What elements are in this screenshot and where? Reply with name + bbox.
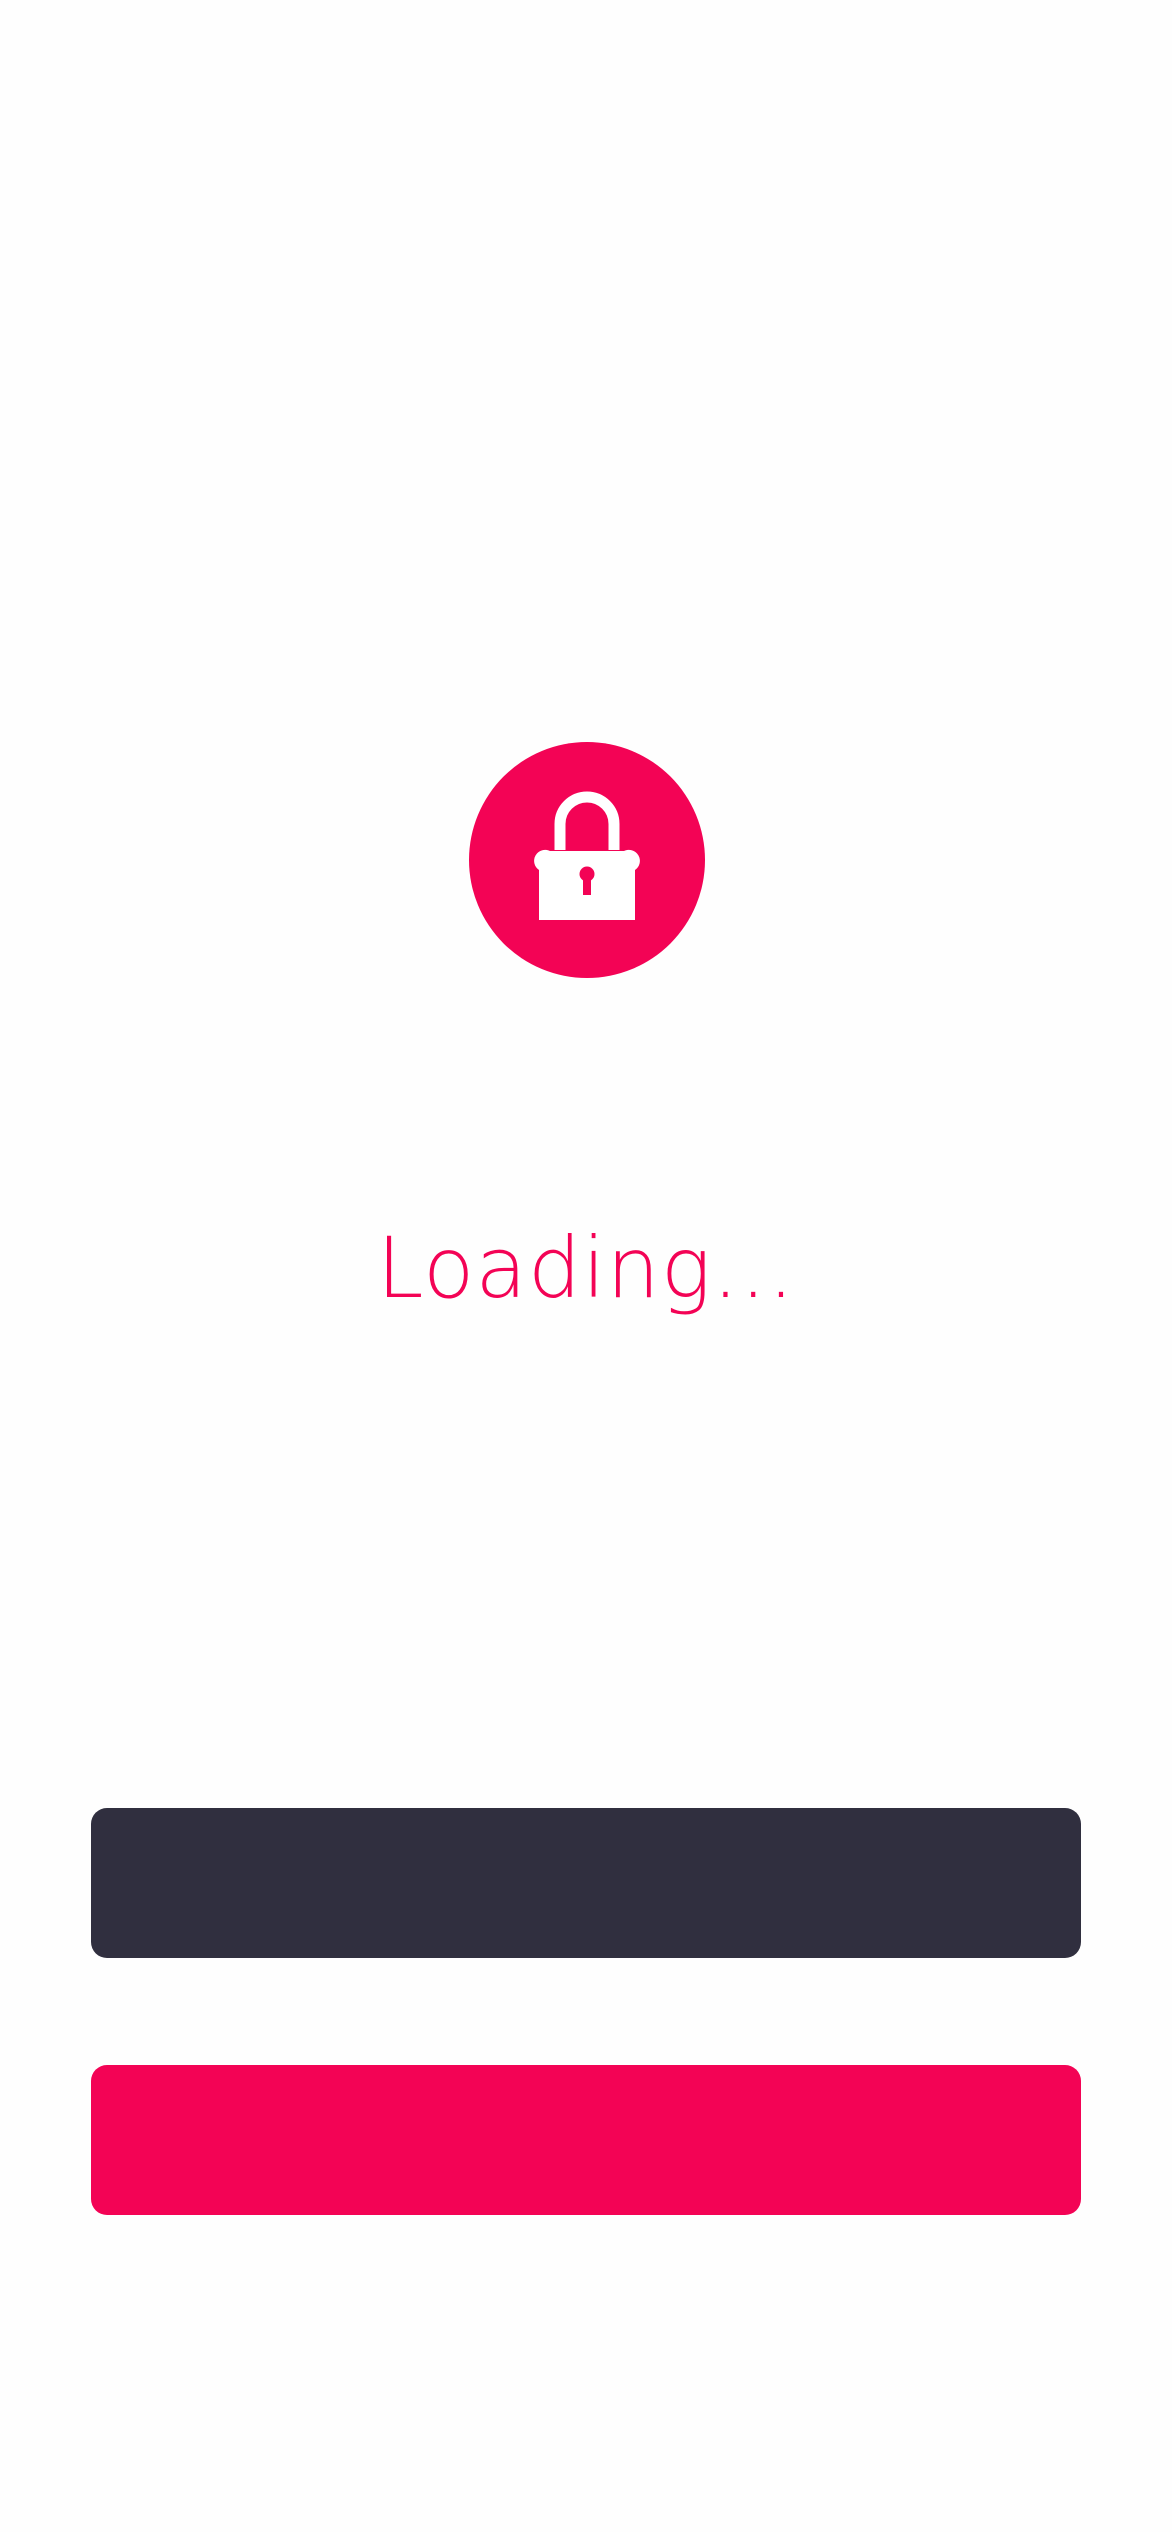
- lock-icon: [534, 791, 640, 920]
- secondary-button[interactable]: [91, 2065, 1081, 2215]
- loading-label: Loading...: [376, 1219, 796, 1317]
- loading-screen: Loading...: [0, 0, 1172, 2532]
- lock-badge: [469, 742, 705, 978]
- primary-button[interactable]: [91, 1808, 1081, 1958]
